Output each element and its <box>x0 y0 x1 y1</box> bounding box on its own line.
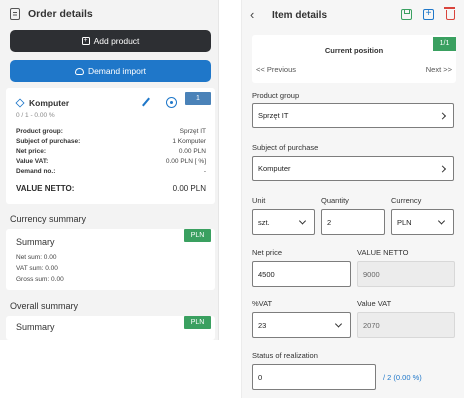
net-price-value: 4500 <box>258 269 275 279</box>
cloud-icon <box>74 67 84 75</box>
vat-sum: VAT sum: 0.00 <box>16 265 58 272</box>
order-details-panel: Order details + Add product Demand impor… <box>0 0 219 340</box>
info-row-product-group: Product group: Sprzęt IT <box>16 126 206 136</box>
net-sum: Net sum: 0.00 <box>16 254 57 261</box>
info-key: Product group: <box>16 127 63 135</box>
total-value: 0.00 PLN <box>172 184 206 193</box>
info-row-demand-no: Demand no.: - <box>16 166 206 176</box>
status-value: 0 <box>258 372 263 382</box>
value-netto-field: 9000 <box>357 261 455 287</box>
summary-title: Summary <box>16 237 55 247</box>
item-details-header: ‹ Item details + <box>242 0 464 30</box>
overall-summary-card: Summary PLN <box>6 316 215 340</box>
currency-badge: PLN <box>184 229 211 242</box>
value-netto-total: VALUE NETTO: 0.00 PLN <box>16 184 206 193</box>
cube-icon <box>15 98 25 108</box>
add-product-button[interactable]: + Add product <box>10 30 211 52</box>
info-row-subject: Subject of purchase: 1 Komputer <box>16 136 206 146</box>
status-label: Status of realization <box>252 351 318 360</box>
page-title: Item details <box>272 10 328 21</box>
value-vat-field: 2070 <box>357 312 455 338</box>
total-label: VALUE NETTO: <box>16 184 75 193</box>
demand-import-label: Demand import <box>87 66 147 76</box>
chevron-down-icon <box>298 217 307 225</box>
product-group-value: Sprzęt IT <box>258 111 289 120</box>
chevron-right-icon <box>438 111 447 120</box>
save-icon[interactable] <box>401 9 412 20</box>
currency-value: PLN <box>397 217 412 227</box>
overall-summary-heading: Overall summary <box>10 301 79 311</box>
info-row-net-price: Net price: 0.00 PLN <box>16 146 206 156</box>
currency-select[interactable]: PLN <box>391 209 454 235</box>
vat-percent-value: 23 <box>258 320 267 330</box>
info-value: 0.00 PLN [ %] <box>165 157 206 165</box>
previous-link[interactable]: << Previous <box>256 65 296 74</box>
position-navigator: Current position 1/1 << Previous Next >> <box>252 35 456 83</box>
unit-label: Unit <box>252 196 266 205</box>
next-link[interactable]: Next >> <box>426 65 452 74</box>
document-icon <box>10 8 20 20</box>
plus-box-icon: + <box>81 37 90 45</box>
order-details-header: Order details <box>0 0 218 28</box>
gear-icon[interactable] <box>166 97 177 108</box>
product-group-label: Product group <box>252 91 300 100</box>
add-box-icon[interactable]: + <box>423 9 434 20</box>
quantity-value: 2 <box>327 217 332 227</box>
vat-percent-select[interactable]: 23 <box>252 312 351 338</box>
currency-label: Currency <box>391 196 422 205</box>
item-details-panel: ‹ Item details + Current position 1/1 <<… <box>241 0 464 398</box>
position-title: Current position <box>324 46 384 55</box>
quantity-label: Quantity <box>321 196 349 205</box>
demand-import-button[interactable]: Demand import <box>10 60 211 82</box>
value-netto-value: 9000 <box>363 269 380 279</box>
info-value: 0.00 PLN <box>178 147 206 155</box>
info-key: Demand no.: <box>16 167 56 175</box>
chevron-down-icon <box>437 217 446 225</box>
value-netto-label: VALUE NETTO <box>357 248 409 257</box>
product-card[interactable]: Komputer 0 / 1 - 0.00 % 1 Product group:… <box>6 88 215 204</box>
vat-percent-label: %VAT <box>252 299 273 308</box>
status-progress-text: / 2 (0.00 %) <box>383 373 422 382</box>
summary-title: Summary <box>16 322 55 332</box>
position-badge: 1/1 <box>433 37 456 51</box>
info-value: Sprzęt IT <box>179 127 206 135</box>
subject-select[interactable]: Komputer <box>252 156 454 181</box>
product-name-label: Komputer <box>29 98 70 108</box>
net-price-input[interactable]: 4500 <box>252 261 351 287</box>
info-row-value-vat: Value VAT: 0.00 PLN [ %] <box>16 156 206 166</box>
net-price-label: Net price <box>252 248 283 257</box>
add-product-label: Add product <box>93 36 140 46</box>
subject-value: Komputer <box>258 164 291 173</box>
info-key: Value VAT: <box>16 157 49 165</box>
gross-sum: Gross sum: 0.00 <box>16 276 64 283</box>
status-input[interactable]: 0 <box>252 364 376 390</box>
quantity-badge: 1 <box>185 92 211 105</box>
info-value: - <box>203 167 206 175</box>
info-key: Net price: <box>16 147 46 155</box>
product-name: Komputer <box>15 98 70 108</box>
quantity-input[interactable]: 2 <box>321 209 385 235</box>
product-group-select[interactable]: Sprzęt IT <box>252 103 454 128</box>
trash-icon[interactable] <box>444 7 455 20</box>
info-value: 1 Komputer <box>172 137 206 145</box>
currency-summary-card: Summary PLN Net sum: 0.00 VAT sum: 0.00 … <box>6 229 215 290</box>
currency-summary-heading: Currency summary <box>10 214 87 224</box>
value-vat-value: 2070 <box>363 320 380 330</box>
info-key: Subject of purchase: <box>16 137 81 145</box>
chevron-right-icon <box>438 164 447 173</box>
value-vat-label: Value VAT <box>357 299 392 308</box>
unit-value: szt. <box>258 217 270 227</box>
unit-select[interactable]: szt. <box>252 209 315 235</box>
subject-label: Subject of purchase <box>252 143 319 152</box>
product-progress-text: 0 / 1 - 0.00 % <box>16 112 55 119</box>
product-info-list: Product group: Sprzęt IT Subject of purc… <box>16 126 206 176</box>
pencil-icon[interactable] <box>142 97 150 107</box>
page-title: Order details <box>28 8 93 20</box>
chevron-down-icon <box>334 320 343 328</box>
currency-badge: PLN <box>184 316 211 329</box>
back-arrow-icon[interactable]: ‹ <box>250 8 254 21</box>
